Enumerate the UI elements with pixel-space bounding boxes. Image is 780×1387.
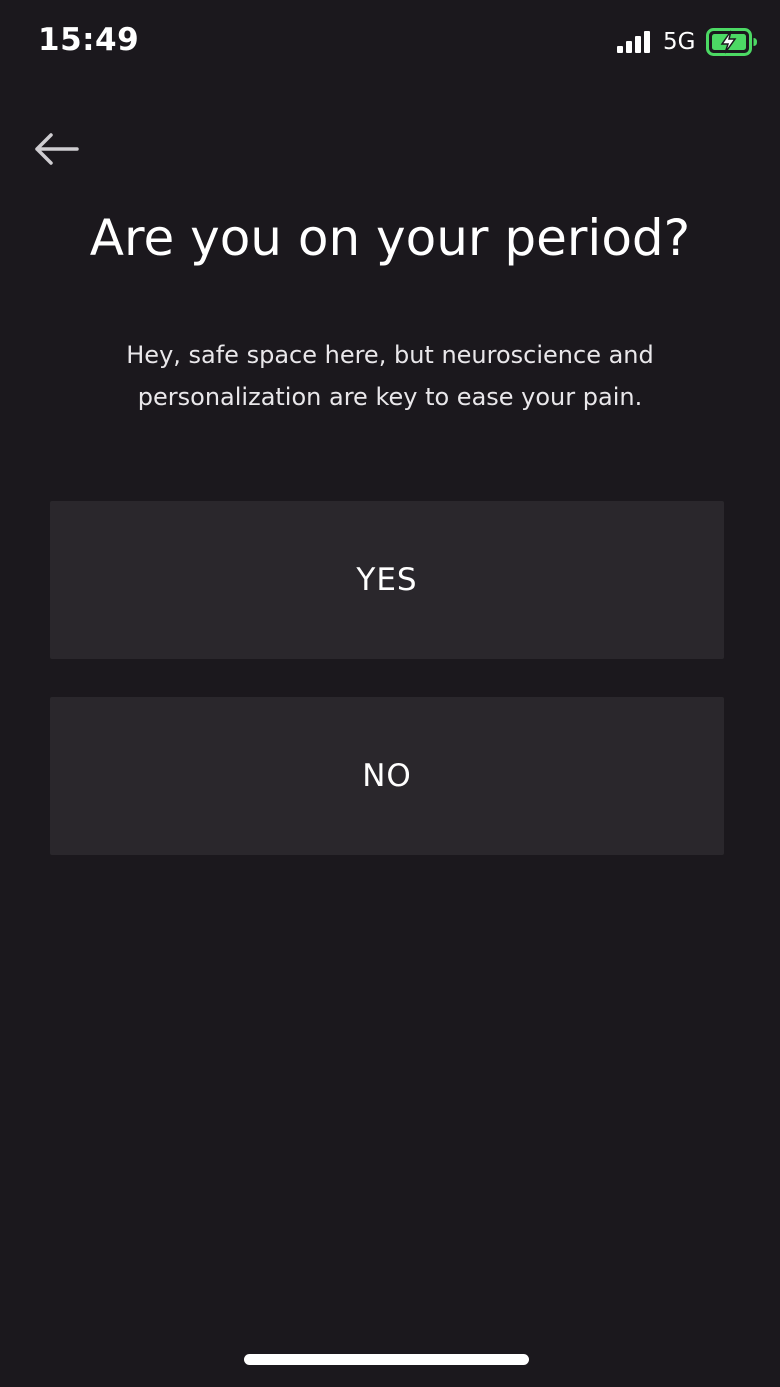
battery-charging-icon xyxy=(706,28,757,56)
question-subtitle: Hey, safe space here, but neuroscience a… xyxy=(126,341,654,411)
status-time: 15:49 xyxy=(38,22,140,58)
back-button[interactable] xyxy=(26,124,86,174)
page-title: Are you on your period? xyxy=(89,209,691,267)
arrow-left-icon xyxy=(35,133,79,165)
status-bar: 15:49 5G xyxy=(0,0,780,86)
network-type-label: 5G xyxy=(663,29,696,55)
home-indicator[interactable] xyxy=(244,1354,529,1365)
cellular-signal-icon xyxy=(617,31,650,53)
no-button[interactable]: NO xyxy=(50,697,724,855)
yes-button[interactable]: YES xyxy=(50,501,724,659)
